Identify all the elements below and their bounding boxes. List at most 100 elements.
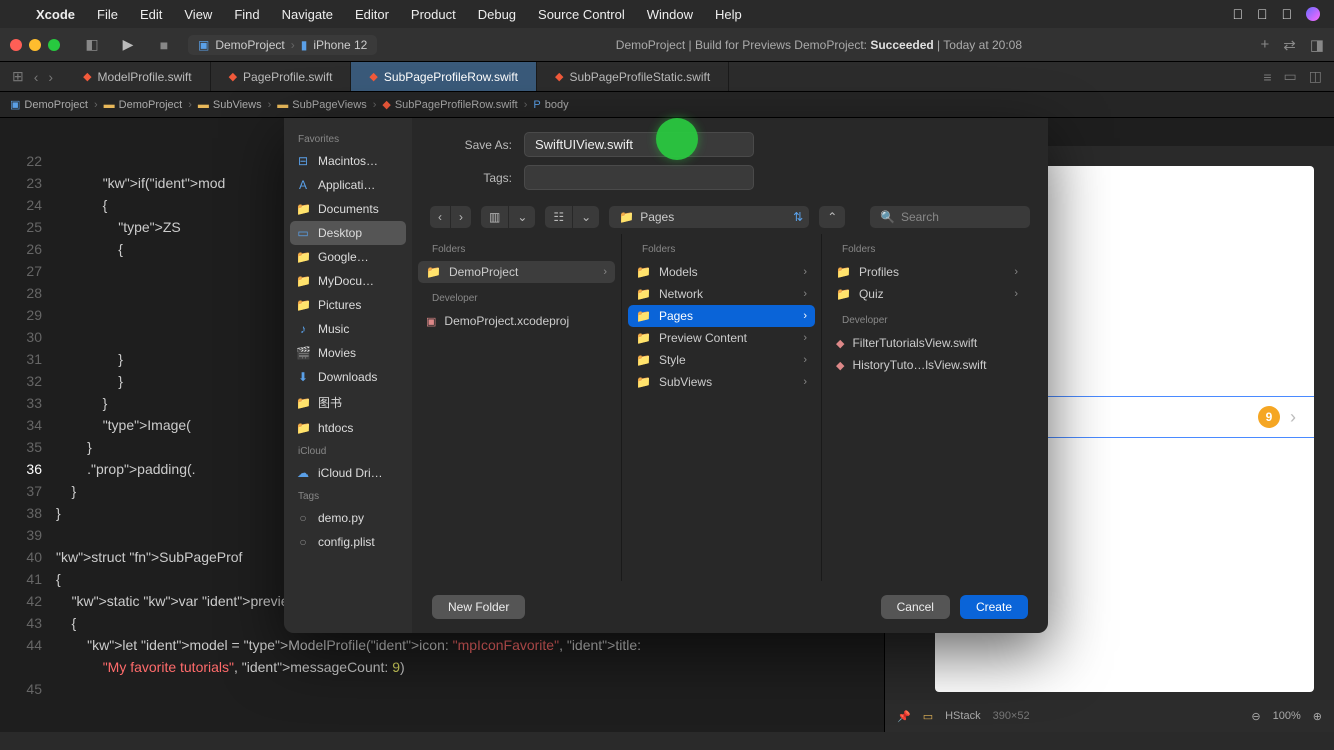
folder-icon: ▭ bbox=[296, 226, 310, 240]
folder-row-subviews[interactable]: 📁SubViews› bbox=[622, 371, 821, 393]
sidebar-item-google[interactable]: 📁Google… bbox=[284, 245, 412, 269]
scheme-device: iPhone 12 bbox=[313, 38, 367, 52]
folder-row-models[interactable]: 📁Models› bbox=[622, 261, 821, 283]
file-row[interactable]: ◆HistoryTuto…lsView.swift bbox=[822, 354, 1032, 376]
adjust-editor-icon[interactable]: ▭ bbox=[1284, 68, 1297, 85]
group-icon[interactable]: ☷ bbox=[545, 206, 573, 228]
folder-icon: 📁 bbox=[296, 250, 310, 264]
zoom-out-button[interactable]: ⊖ bbox=[1251, 710, 1260, 723]
swift-icon: ◆ bbox=[83, 70, 91, 83]
menu-navigate[interactable]: Navigate bbox=[282, 7, 333, 22]
stop-button[interactable]: ■ bbox=[152, 34, 176, 56]
siri-icon[interactable] bbox=[1306, 7, 1320, 21]
zoom-in-button[interactable]: ⊕ bbox=[1313, 710, 1322, 723]
folder-row-style[interactable]: 📁Style› bbox=[622, 349, 821, 371]
chevron-right-icon: › bbox=[803, 332, 807, 344]
folder-row-network[interactable]: 📁Network› bbox=[622, 283, 821, 305]
tags-input[interactable] bbox=[524, 165, 754, 190]
sidebar-item-desktop[interactable]: ▭Desktop bbox=[290, 221, 406, 245]
tab-model-profile[interactable]: ◆ModelProfile.swift bbox=[65, 62, 211, 91]
control-center-icon[interactable]: 􀜊 bbox=[1282, 6, 1293, 22]
sidebar-item-tag[interactable]: ○config.plist bbox=[284, 530, 412, 554]
chevron-right-icon: › bbox=[803, 288, 807, 300]
editor-options-icon[interactable]: ≡ bbox=[1263, 69, 1271, 85]
project-icon: ▣ bbox=[198, 38, 209, 52]
sidebar-toggle-icon[interactable]: ◧ bbox=[80, 34, 104, 56]
file-row[interactable]: ◆FilterTutorialsView.swift bbox=[822, 332, 1032, 354]
folder-row-pages[interactable]: 📁Pages› bbox=[628, 305, 815, 327]
menu-editor[interactable]: Editor bbox=[355, 7, 389, 22]
sidebar-item-pictures[interactable]: 📁Pictures bbox=[284, 293, 412, 317]
menu-window[interactable]: Window bbox=[647, 7, 693, 22]
menu-file[interactable]: File bbox=[97, 7, 118, 22]
folder-row[interactable]: 📁Profiles› bbox=[822, 261, 1032, 283]
dropdown-icon[interactable]: ⌄ bbox=[573, 206, 599, 228]
dialog-column-1: Folders 📁DemoProject› Developer ▣DemoPro… bbox=[412, 234, 622, 581]
file-row-xcodeproj[interactable]: ▣DemoProject.xcodeproj bbox=[412, 310, 621, 332]
columns-icon[interactable]: ▥ bbox=[481, 206, 509, 228]
sidebar-item-tag[interactable]: ○demo.py bbox=[284, 506, 412, 530]
run-button[interactable]: ▶ bbox=[116, 34, 140, 56]
sidebar-item-icloud[interactable]: ☁iCloud Dri… bbox=[284, 461, 412, 485]
pin-icon[interactable]: 📌 bbox=[897, 710, 911, 723]
add-button[interactable]: + bbox=[1260, 36, 1269, 54]
folder-icon: ▬ bbox=[198, 99, 209, 111]
sidebar-item-macintos[interactable]: ⊟Macintos… bbox=[284, 149, 412, 173]
menu-source-control[interactable]: Source Control bbox=[538, 7, 625, 22]
location-dropdown[interactable]: 📁Pages⇅ bbox=[609, 206, 809, 228]
folder-row-demoproject[interactable]: 📁DemoProject› bbox=[418, 261, 615, 283]
nav-back-forward[interactable]: ‹› bbox=[430, 206, 471, 228]
create-button[interactable]: Create bbox=[960, 595, 1028, 619]
xcode-toolbar: ◧ ▶ ■ ▣ DemoProject › ▮ iPhone 12 DemoPr… bbox=[0, 28, 1334, 62]
view-mode[interactable]: ▥⌄ bbox=[481, 206, 535, 228]
forward-button[interactable]: › bbox=[48, 69, 53, 85]
menu-debug[interactable]: Debug bbox=[478, 7, 516, 22]
dialog-sidebar: Favorites ⊟Macintos…AApplicati…📁Document… bbox=[284, 118, 412, 633]
sidebar-item-mydocu[interactable]: 📁MyDocu… bbox=[284, 269, 412, 293]
scheme-selector[interactable]: ▣ DemoProject › ▮ iPhone 12 bbox=[188, 35, 377, 55]
sidebar-item-[interactable]: 📁图书 bbox=[284, 389, 412, 416]
minimize-button[interactable] bbox=[29, 39, 41, 51]
menu-edit[interactable]: Edit bbox=[140, 7, 162, 22]
menu-view[interactable]: View bbox=[184, 7, 212, 22]
library-button[interactable]: ◨ bbox=[1310, 36, 1324, 54]
menu-help[interactable]: Help bbox=[715, 7, 742, 22]
sidebar-item-music[interactable]: ♪Music bbox=[284, 317, 412, 341]
back-button[interactable]: ‹ bbox=[34, 69, 39, 85]
sidebar-item-documents[interactable]: 📁Documents bbox=[284, 197, 412, 221]
chevron-right-icon: › bbox=[1014, 266, 1018, 278]
sidebar-item-htdocs[interactable]: 📁htdocs bbox=[284, 416, 412, 440]
folder-row-preview-content[interactable]: 📁Preview Content› bbox=[622, 327, 821, 349]
review-button[interactable]: ⇄ bbox=[1283, 36, 1296, 54]
add-editor-icon[interactable]: ◫ bbox=[1309, 68, 1322, 85]
new-folder-button[interactable]: New Folder bbox=[432, 595, 525, 619]
tab-subpage-profile-static[interactable]: ◆SubPageProfileStatic.swift bbox=[537, 62, 729, 91]
folder-row[interactable]: 📁Quiz› bbox=[822, 283, 1032, 305]
sidebar-item-movies[interactable]: 🎬Movies bbox=[284, 341, 412, 365]
group-mode[interactable]: ☷⌄ bbox=[545, 206, 599, 228]
sidebar-item-downloads[interactable]: ⬇Downloads bbox=[284, 365, 412, 389]
expand-button[interactable]: ⌃ bbox=[819, 206, 845, 228]
save-as-input[interactable] bbox=[524, 132, 754, 157]
wifi-icon[interactable]: 􀙇 bbox=[1233, 6, 1244, 22]
menu-product[interactable]: Product bbox=[411, 7, 456, 22]
close-button[interactable] bbox=[10, 39, 22, 51]
maximize-button[interactable] bbox=[48, 39, 60, 51]
menu-find[interactable]: Find bbox=[234, 7, 259, 22]
back-icon[interactable]: ‹ bbox=[430, 206, 451, 228]
tab-subpage-profile-row[interactable]: ◆SubPageProfileRow.swift bbox=[351, 62, 537, 91]
tab-page-profile[interactable]: ◆PageProfile.swift bbox=[211, 62, 352, 91]
breadcrumb-seg: ▬DemoProject bbox=[104, 99, 183, 111]
sidebar-item-applicati[interactable]: AApplicati… bbox=[284, 173, 412, 197]
dropdown-icon[interactable]: ⌄ bbox=[509, 206, 535, 228]
jump-bar[interactable]: ▣DemoProject› ▬DemoProject› ▬SubViews› ▬… bbox=[0, 92, 1334, 118]
cancel-button[interactable]: Cancel bbox=[881, 595, 950, 619]
related-items-icon[interactable]: ⊞ bbox=[12, 68, 24, 85]
hstack-label: HStack bbox=[945, 710, 980, 722]
search-field[interactable]: 🔍Search bbox=[870, 206, 1030, 228]
spotlight-icon[interactable]: 􀊫 bbox=[1257, 6, 1268, 22]
app-name[interactable]: Xcode bbox=[36, 7, 75, 22]
forward-icon[interactable]: › bbox=[451, 206, 471, 228]
folder-icon: ⊟ bbox=[296, 154, 310, 168]
chevron-right-icon: › bbox=[803, 310, 807, 322]
